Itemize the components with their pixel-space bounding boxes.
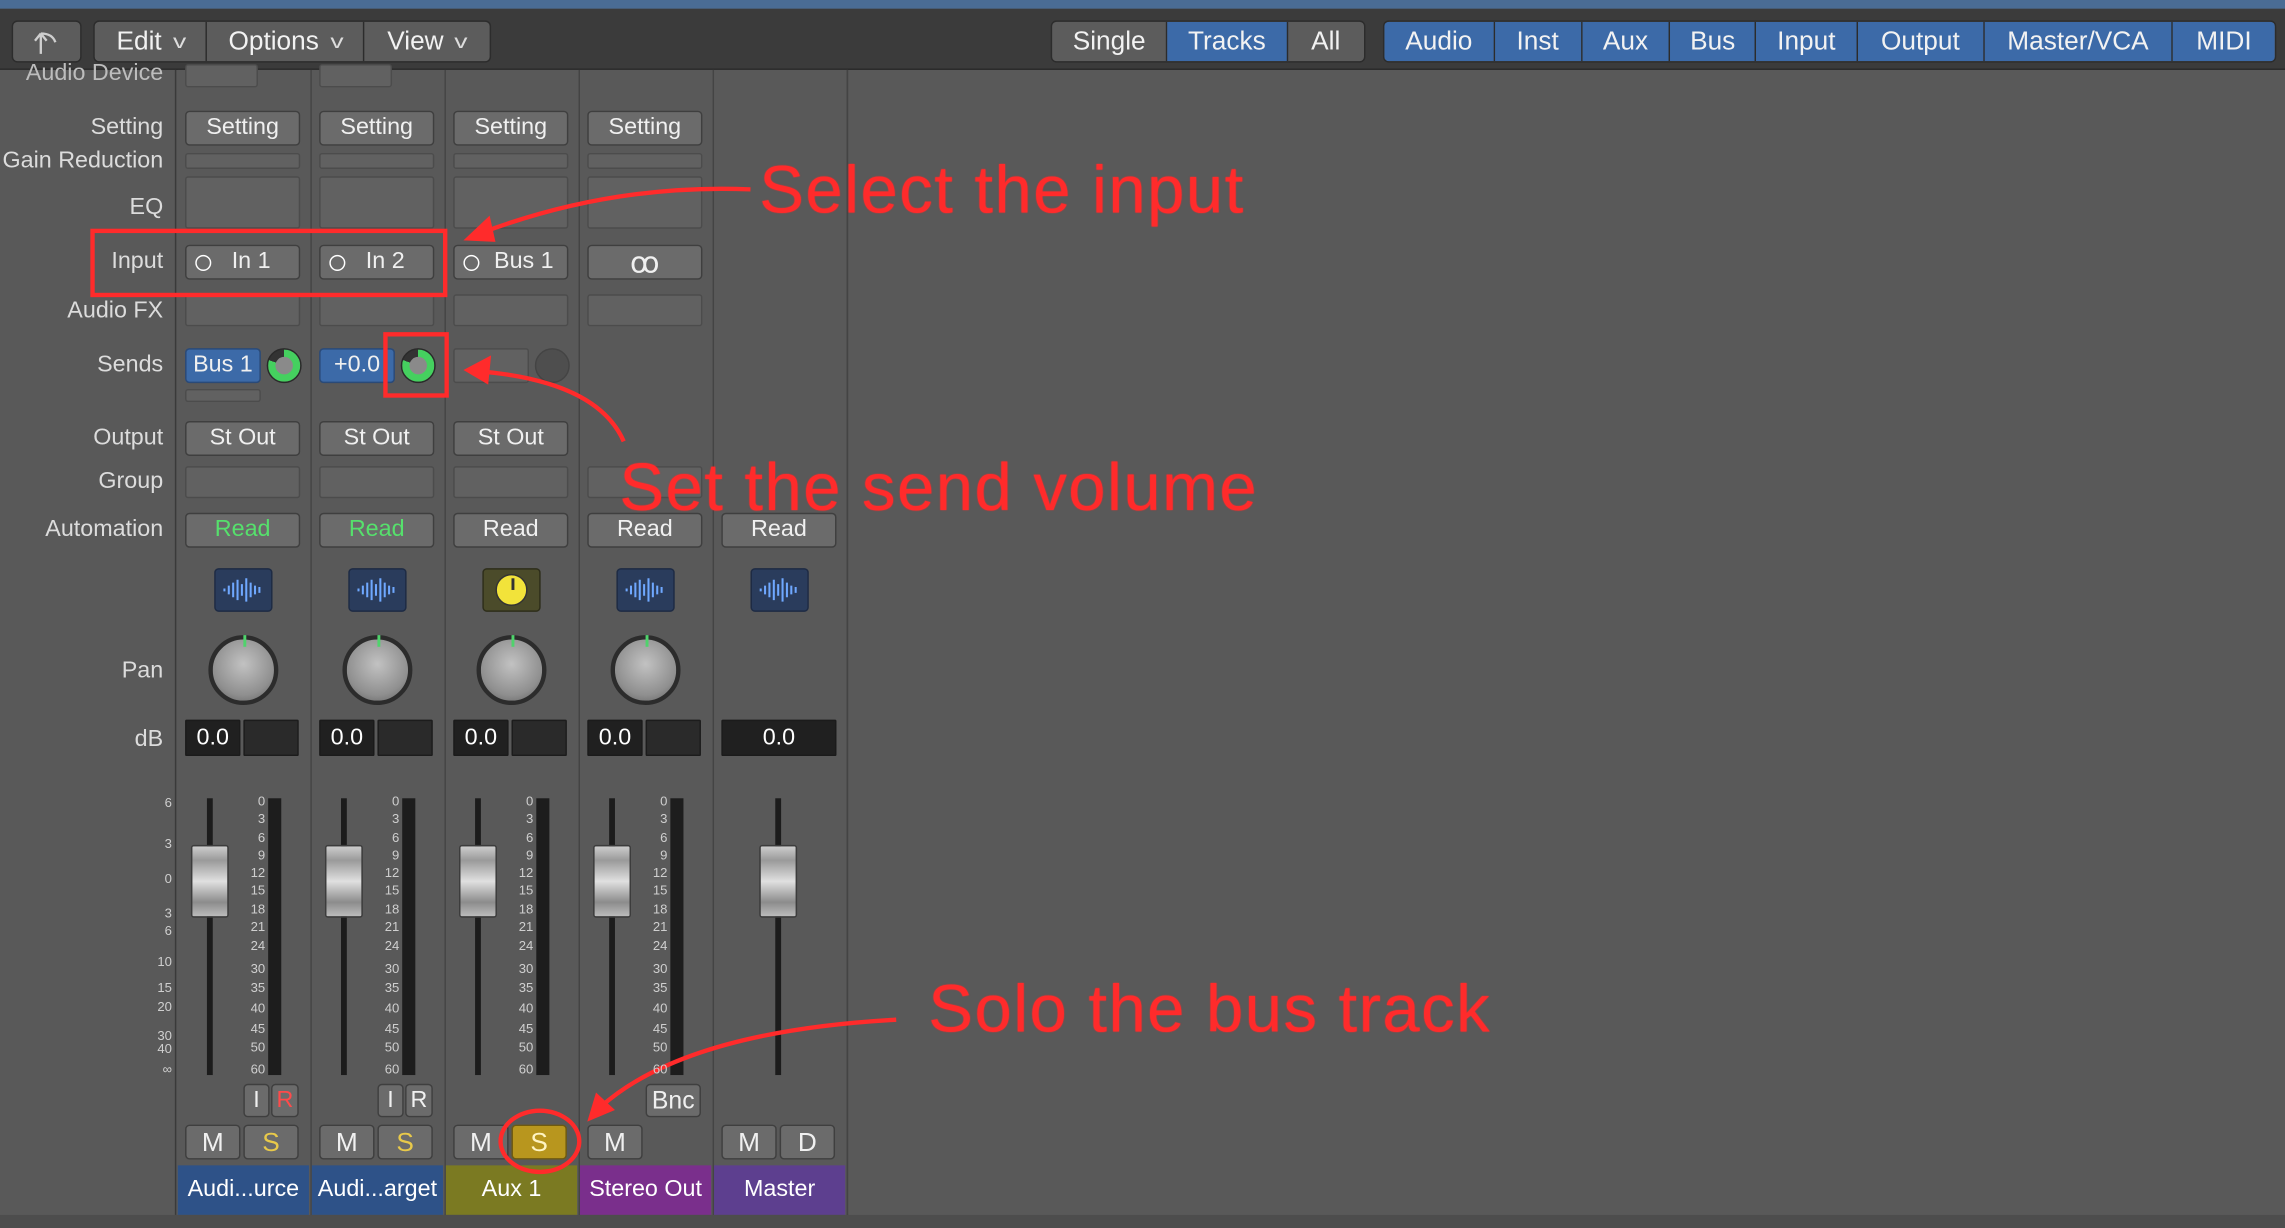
fader-scale-label: 6 xyxy=(164,923,172,939)
fader-scale-label: 20 xyxy=(157,999,172,1014)
meter-scale-label: 24 xyxy=(652,938,668,953)
meter-scale-label: 18 xyxy=(652,901,668,917)
meter-scale-label: 30 xyxy=(250,961,266,976)
meter-scale-label: 0 xyxy=(257,793,266,809)
meter-scale-label: 15 xyxy=(250,882,266,898)
fader-scale-label: 0 xyxy=(164,871,172,886)
meter-scale-label: 50 xyxy=(518,1040,534,1055)
fader-scale-label: 3 xyxy=(164,906,172,921)
meter-scale-label: 6 xyxy=(660,830,668,845)
fader-scale-label: 40 xyxy=(157,1041,172,1057)
meter-scale-label: 24 xyxy=(518,938,534,953)
meter-scale-label: 0 xyxy=(660,793,668,809)
meter-scale-label: 60 xyxy=(518,1061,534,1077)
meter-scale-label: 45 xyxy=(250,1021,266,1036)
meter-scale-label: 6 xyxy=(391,830,400,845)
meter-scale-label: 12 xyxy=(250,865,266,880)
meter-scale-label: 9 xyxy=(257,847,266,863)
meter-scale-label: 40 xyxy=(384,1000,400,1016)
meter-scale-label: 21 xyxy=(518,919,534,934)
meter-scale-label: 30 xyxy=(384,961,400,976)
meter-scale-label: 0 xyxy=(526,793,534,809)
meter-scale-label: 21 xyxy=(384,919,400,934)
meter-scale-label: 9 xyxy=(391,847,400,863)
meter-scale-label: 18 xyxy=(250,901,266,917)
meter-scale-label: 15 xyxy=(518,882,534,898)
meter-scale-label: 3 xyxy=(391,811,400,826)
meter-scale-label: 12 xyxy=(652,865,668,880)
meter-scale-label: 12 xyxy=(518,865,534,880)
meter-scale-label: 40 xyxy=(652,1000,668,1016)
meter-scale-label: 35 xyxy=(384,980,400,995)
meter-scale-label: 45 xyxy=(652,1021,668,1036)
fader-scale-label: 15 xyxy=(157,980,172,995)
meter-scale-label: 35 xyxy=(518,980,534,995)
meter-scale-label: 50 xyxy=(250,1040,266,1055)
meter-scale-label: 21 xyxy=(652,919,668,934)
meter-scale-label: 9 xyxy=(526,847,534,863)
meter-scale-label: 15 xyxy=(384,882,400,898)
meter-scale-label: 30 xyxy=(518,961,534,976)
meter-scale-label: 6 xyxy=(526,830,534,845)
annotation-arrows xyxy=(463,186,897,1122)
meter-scale-label: 3 xyxy=(257,811,266,826)
meter-scale-label: 6 xyxy=(257,830,266,845)
meter-scale-label: 15 xyxy=(652,882,668,898)
fader-scale-label: ∞ xyxy=(162,1061,172,1077)
meter-scale-label: 9 xyxy=(660,847,668,863)
meter-scale-label: 50 xyxy=(384,1040,400,1055)
meter-scale-label: 3 xyxy=(526,811,534,826)
meter-scale-label: 45 xyxy=(384,1021,400,1036)
meter-scale-label: 35 xyxy=(652,980,668,995)
meter-scale-label: 40 xyxy=(518,1000,534,1016)
fader-scale-label: 3 xyxy=(164,836,172,851)
meter-scale-label: 21 xyxy=(250,919,266,934)
meter-scale-label: 50 xyxy=(652,1040,668,1055)
meter-scale-label: 3 xyxy=(660,811,668,826)
meter-scale-label: 40 xyxy=(250,1000,266,1016)
fader-scale-label: 6 xyxy=(164,795,172,810)
fader-scale-label: 10 xyxy=(157,954,172,969)
meter-scale-label: 18 xyxy=(384,901,400,917)
mixer-window: Edit v Options v View v Single Tracks All A… xyxy=(0,0,2285,1228)
meter-scale-label: 45 xyxy=(518,1021,534,1036)
meter-scale-label: 60 xyxy=(384,1061,400,1077)
meter-scale-label: 60 xyxy=(250,1061,266,1077)
meter-scale-label: 24 xyxy=(384,938,400,953)
meter-scale-label: 24 xyxy=(250,938,266,953)
meter-scale-label: 35 xyxy=(250,980,266,995)
meter-scale-label: 18 xyxy=(518,901,534,917)
meter-scale-label: 30 xyxy=(652,961,668,976)
meter-scale-label: 12 xyxy=(384,865,400,880)
meter-scale-label: 0 xyxy=(391,793,400,809)
meter-scale-label: 60 xyxy=(652,1061,668,1077)
